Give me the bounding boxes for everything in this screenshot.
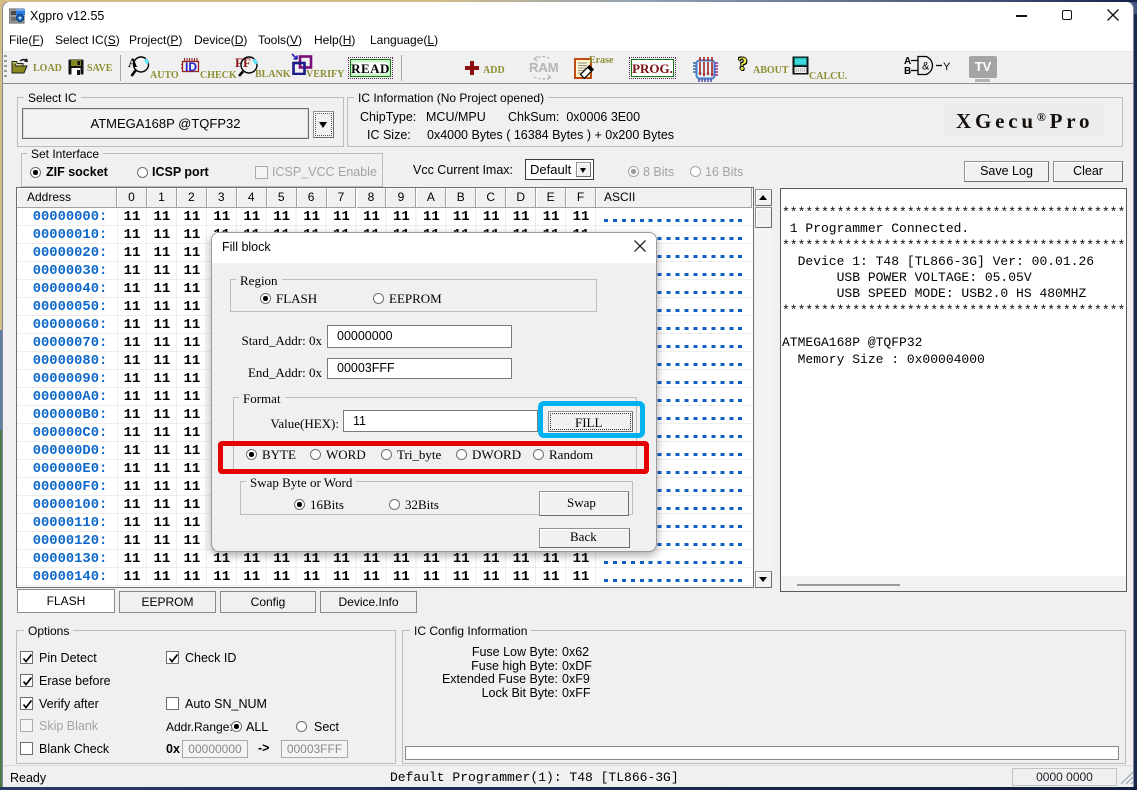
svg-text:ID: ID xyxy=(185,60,197,73)
svg-text:B: B xyxy=(904,66,911,77)
svg-text:A: A xyxy=(128,55,138,70)
svg-text:&: & xyxy=(922,61,930,73)
svg-text:RAM: RAM xyxy=(529,60,558,75)
svg-text:Y: Y xyxy=(943,61,951,73)
